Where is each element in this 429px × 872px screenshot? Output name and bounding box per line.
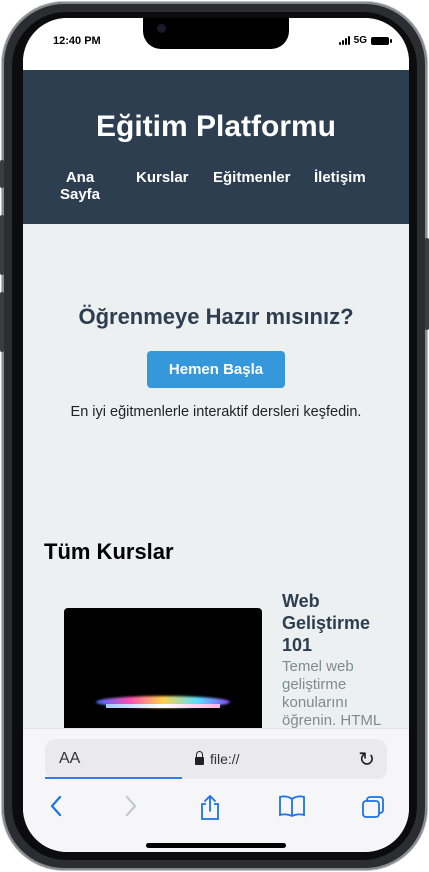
course-description: Temel web geliştirme konularını öğrenin.…	[282, 658, 382, 728]
notch	[143, 18, 289, 49]
course-card[interactable]: Web Geliştirme 101 Temel web geliştirme …	[64, 590, 409, 728]
home-indicator[interactable]	[146, 843, 286, 848]
page-load-indicator	[45, 777, 182, 779]
tabs-icon[interactable]	[361, 795, 385, 825]
screen: 12:40 PM 5G Eğitim Platformu Ana Sayfa K…	[23, 18, 409, 852]
nav-link-courses[interactable]: Kurslar	[136, 169, 189, 186]
hero-heading: Öğrenmeye Hazır mısınız?	[78, 304, 354, 329]
start-now-button[interactable]: Hemen Başla	[147, 351, 285, 388]
lock-icon	[195, 751, 204, 765]
course-image[interactable]	[64, 608, 262, 728]
courses-heading: Tüm Kurslar	[44, 539, 174, 564]
status-indicators: 5G	[338, 35, 392, 46]
browser-nav-toolbar	[23, 794, 409, 827]
course-title[interactable]: Web Geliştirme 101	[282, 590, 392, 656]
web-page[interactable]: Eğitim Platformu Ana Sayfa Kurslar Eğitm…	[23, 70, 409, 728]
courses-section: Tüm Kurslar Web Geliştirme 101 Temel web…	[23, 514, 409, 728]
signal-icon	[338, 36, 350, 45]
text-size-button[interactable]: AA	[59, 750, 80, 768]
nav-link-contact[interactable]: İletişim	[314, 169, 366, 186]
laptop-edge	[106, 704, 220, 708]
battery-icon	[371, 36, 392, 45]
url-display[interactable]: file://	[195, 751, 240, 767]
camera-icon	[157, 24, 166, 33]
forward-icon[interactable]	[124, 795, 138, 823]
url-text: file://	[210, 751, 240, 767]
back-icon[interactable]	[49, 795, 63, 823]
status-bar: 12:40 PM 5G	[23, 18, 409, 70]
safari-toolbar: AA file:// ↻	[23, 728, 409, 852]
power-button	[425, 238, 429, 330]
address-bar[interactable]: AA file:// ↻	[45, 739, 387, 779]
mute-switch	[0, 160, 4, 188]
volume-down-button	[0, 292, 4, 352]
hero-subtitle: En iyi eğitmenlerle interaktif dersleri …	[70, 404, 362, 420]
network-label: 5G	[353, 35, 367, 46]
status-time: 12:40 PM	[53, 35, 101, 47]
site-header: Eğitim Platformu Ana Sayfa Kurslar Eğitm…	[23, 70, 409, 224]
share-icon[interactable]	[199, 794, 221, 827]
site-title: Eğitim Platformu	[95, 110, 336, 143]
bookmarks-icon[interactable]	[279, 795, 305, 823]
nav-link-instructors[interactable]: Eğitmenler	[213, 169, 291, 186]
hero-section: Öğrenmeye Hazır mısınız? Hemen Başla En …	[23, 224, 409, 514]
nav-link-home[interactable]: Ana Sayfa	[57, 169, 103, 203]
reload-icon[interactable]: ↻	[358, 747, 375, 772]
volume-up-button	[0, 215, 4, 275]
